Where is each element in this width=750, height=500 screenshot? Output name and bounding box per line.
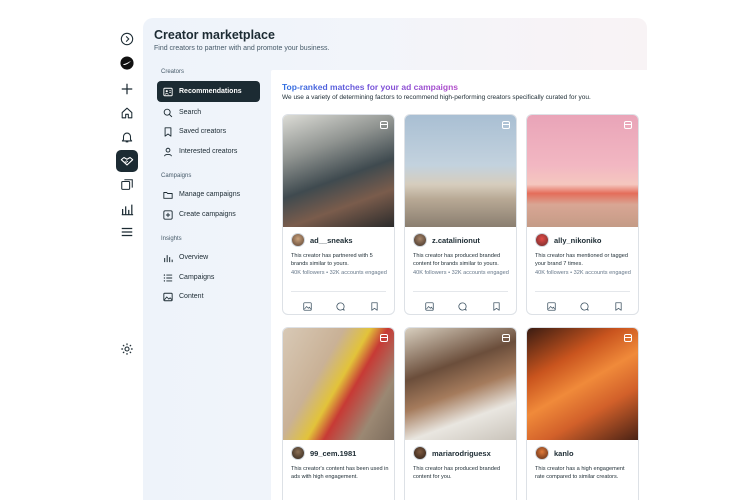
- view-content-icon[interactable]: [303, 298, 312, 311]
- home-icon[interactable]: [116, 102, 138, 124]
- avatar: [291, 446, 305, 460]
- reel-icon: [380, 334, 388, 342]
- creator-card[interactable]: ad__sneaks This creator has partnered wi…: [282, 114, 395, 315]
- bar-chart-icon[interactable]: [116, 198, 138, 220]
- sidebar-item-label: Campaigns: [179, 274, 215, 281]
- creator-card[interactable]: z.catalinionut This creator has produced…: [404, 114, 517, 315]
- card-actions: [527, 298, 638, 311]
- creator-description: This creator's content has been used in …: [291, 466, 389, 480]
- sidebar-item-campaigns[interactable]: Campaigns: [157, 267, 260, 288]
- avatar: [535, 233, 549, 247]
- sidebar-item-search[interactable]: Search: [157, 102, 260, 123]
- sidebar-item-create-campaigns[interactable]: Create campaigns: [157, 204, 260, 225]
- handshake-icon[interactable]: [116, 150, 138, 172]
- creator-stats: 40K followers • 32K accounts engaged: [535, 270, 631, 276]
- section-title-insights: Insights: [161, 236, 182, 242]
- plus-icon[interactable]: [116, 78, 138, 100]
- collapse-icon[interactable]: [116, 28, 138, 50]
- sidebar-item-label: Search: [179, 109, 202, 116]
- reel-icon: [624, 121, 632, 129]
- bookmark-icon[interactable]: [492, 298, 501, 311]
- card-divider: [535, 291, 630, 292]
- message-icon[interactable]: [336, 298, 345, 311]
- recommendations-description: We use a variety of determining factors …: [282, 94, 591, 101]
- reel-icon: [502, 121, 510, 129]
- creator-photo[interactable]: [527, 328, 638, 440]
- sidebar-item-content[interactable]: Content: [157, 286, 260, 307]
- creator-description: This creator has partnered with 5 brands…: [291, 253, 373, 267]
- recommendations-heading: Top-ranked matches for your ad campaigns: [282, 82, 459, 92]
- creator-description: This creator has a high engagement rate …: [535, 466, 625, 480]
- settings-icon[interactable]: [116, 338, 138, 360]
- message-icon[interactable]: [580, 298, 589, 311]
- creator-handle[interactable]: mariarodriguesx: [432, 449, 491, 458]
- creator-photo[interactable]: [527, 115, 638, 227]
- creator-photo[interactable]: [405, 328, 516, 440]
- creator-description: This creator has produced branded conten…: [413, 466, 501, 480]
- card-divider: [413, 291, 508, 292]
- sidebar-item-label: Interested creators: [179, 148, 238, 155]
- bookmark-icon[interactable]: [370, 298, 379, 311]
- bell-icon[interactable]: [116, 126, 138, 148]
- reel-icon: [502, 334, 510, 342]
- brand-avatar-icon[interactable]: [116, 52, 138, 74]
- creator-photo[interactable]: [405, 115, 516, 227]
- sidebar-item-label: Saved creators: [179, 128, 227, 135]
- creator-stats: 40K followers • 32K accounts engaged: [413, 270, 509, 276]
- avatar: [413, 446, 427, 460]
- creator-handle[interactable]: ad__sneaks: [310, 236, 353, 245]
- reel-icon: [624, 334, 632, 342]
- section-title-campaigns: Campaigns: [161, 173, 192, 179]
- avatar: [535, 446, 549, 460]
- message-icon[interactable]: [458, 298, 467, 311]
- sidebar-item-label: Manage campaigns: [179, 191, 241, 198]
- image-icon: [163, 292, 173, 301]
- search-icon: [163, 108, 173, 117]
- sidebar-item-manage-campaigns[interactable]: Manage campaigns: [157, 184, 260, 205]
- sidebar-item-overview[interactable]: Overview: [157, 247, 260, 268]
- reel-icon: [380, 121, 388, 129]
- sidebar-item-label: Create campaigns: [179, 211, 236, 218]
- avatar: [291, 233, 305, 247]
- card-actions: [283, 298, 394, 311]
- page-subtitle: Find creators to partner with and promot…: [154, 45, 330, 52]
- creator-card[interactable]: kanlo This creator has a high engagement…: [526, 327, 639, 500]
- sidebar-item-label: Recommendations: [179, 88, 242, 95]
- sidebar-item-interested-creators[interactable]: Interested creators: [157, 141, 260, 162]
- creator-handle[interactable]: ally_nikoniko: [554, 236, 602, 245]
- creator-handle[interactable]: 99_cem.1981: [310, 449, 356, 458]
- creator-stats: 40K followers • 32K accounts engaged: [291, 270, 387, 276]
- bookmark-icon: [164, 126, 172, 137]
- avatar: [413, 233, 427, 247]
- icon-rail: [110, 22, 144, 500]
- section-title-creators: Creators: [161, 69, 185, 75]
- plus-square-icon: [163, 209, 173, 220]
- creator-photo[interactable]: [283, 115, 394, 227]
- creator-handle[interactable]: kanlo: [554, 449, 574, 458]
- view-content-icon[interactable]: [425, 298, 434, 311]
- gallery-icon[interactable]: [116, 174, 138, 196]
- menu-icon[interactable]: [116, 221, 138, 243]
- person-icon: [164, 147, 172, 156]
- creator-description: This creator has mentioned or tagged you…: [535, 253, 628, 267]
- list-icon: [163, 273, 173, 282]
- sidebar-item-label: Overview: [179, 254, 209, 261]
- overview-chart-icon: [164, 254, 173, 262]
- creator-card[interactable]: mariarodriguesx This creator has produce…: [404, 327, 517, 500]
- card-divider: [291, 291, 386, 292]
- bookmark-icon[interactable]: [614, 298, 623, 311]
- creator-card[interactable]: 99_cem.1981 This creator's content has b…: [282, 327, 395, 500]
- sidebar-item-saved-creators[interactable]: Saved creators: [157, 121, 260, 142]
- creator-photo[interactable]: [283, 328, 394, 440]
- creator-card[interactable]: ally_nikoniko This creator has mentioned…: [526, 114, 639, 315]
- creator-handle[interactable]: z.catalinionut: [432, 236, 480, 245]
- card-actions: [405, 298, 516, 311]
- contact-card-icon: [163, 87, 173, 96]
- sidebar-item-label: Content: [179, 293, 204, 300]
- view-content-icon[interactable]: [547, 298, 556, 311]
- folder-icon: [163, 191, 173, 199]
- page-title: Creator marketplace: [154, 28, 275, 42]
- sidebar-item-recommendations[interactable]: Recommendations: [157, 81, 260, 102]
- creator-description: This creator has produced branded conten…: [413, 253, 501, 267]
